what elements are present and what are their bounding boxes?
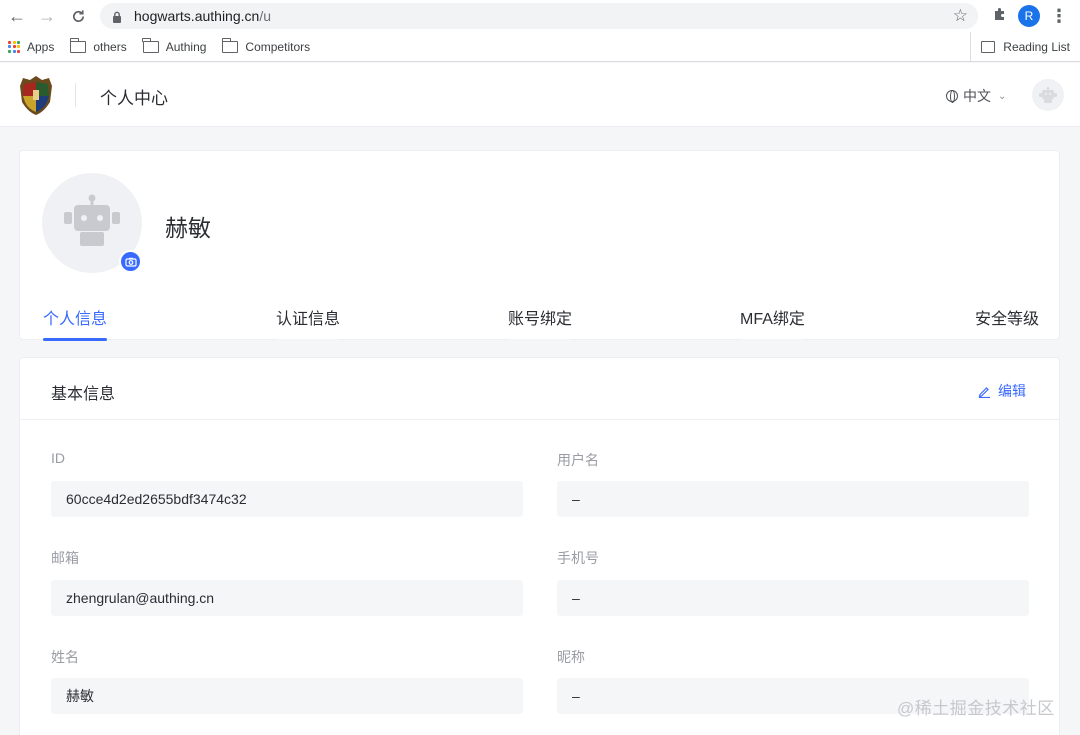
reading-list-button[interactable]: Reading List [970, 32, 1070, 62]
tab-account-binding[interactable]: 账号绑定 [508, 305, 572, 341]
field-value-name: 赫敏 [51, 678, 523, 714]
field-value-id: 60cce4d2ed2655bdf3474c32 [51, 481, 523, 517]
field-value-email: zhengrulan@authing.cn [51, 580, 523, 616]
reading-list-icon [981, 41, 996, 53]
bookmarks-bar: Apps others Authing Competitors Reading … [0, 32, 1080, 62]
folder-icon [69, 37, 87, 53]
browser-toolbar: ← → hogwarts.authing.cn/u ☆ R ⋮ [0, 0, 1080, 32]
bookmark-competitors[interactable]: Competitors [221, 37, 311, 54]
more-menu-icon[interactable]: ⋮ [1050, 6, 1068, 27]
folder-icon [221, 37, 239, 53]
url-host: hogwarts.authing.cn [134, 8, 260, 24]
tab-underline [740, 339, 804, 341]
bookmark-label: Competitors [245, 39, 311, 54]
globe-icon [946, 90, 958, 103]
field-label-username: 用户名 [557, 452, 599, 468]
header-divider [75, 83, 76, 107]
basic-info-card: 基本信息 编辑 ID 60cce4d2ed2655bdf3474c32 用户名 … [19, 357, 1060, 735]
field-label-nickname: 昵称 [557, 649, 585, 665]
language-switcher[interactable]: 中文 ⌄ [946, 86, 1006, 106]
tab-underline [508, 339, 570, 341]
bookmark-label: Apps [27, 39, 55, 54]
address-bar[interactable]: hogwarts.authing.cn/u ☆ [100, 3, 978, 29]
basic-info-title: 基本信息 [51, 386, 116, 403]
bookmark-label: others [93, 39, 127, 54]
reading-list-label: Reading List [1003, 40, 1070, 54]
field-label-id: ID [51, 450, 65, 466]
bookmark-star-icon[interactable]: ☆ [953, 6, 968, 26]
profile-tabs: 个人信息 认证信息 账号绑定 MFA绑定 安全等级 [20, 299, 1061, 341]
change-avatar-button[interactable] [119, 250, 142, 273]
page-title: 个人中心 [100, 89, 168, 108]
app-header: 个人中心 中文 ⌄ [0, 63, 1080, 127]
field-value-phone: – [557, 580, 1029, 616]
basic-info-header: 基本信息 编辑 [20, 358, 1059, 420]
field-label-email: 邮箱 [51, 550, 79, 566]
tab-security-level[interactable]: 安全等级 [975, 305, 1039, 341]
tab-auth-info[interactable]: 认证信息 [276, 305, 340, 341]
forward-arrow-icon[interactable]: → [32, 1, 62, 31]
bookmark-others[interactable]: others [69, 37, 127, 54]
back-arrow-icon[interactable]: ← [2, 1, 32, 31]
chevron-down-icon: ⌄ [998, 90, 1007, 102]
edit-label: 编辑 [998, 383, 1026, 399]
profile-name: 赫敏 [165, 215, 211, 241]
field-label-name: 姓名 [51, 649, 79, 665]
watermark-text: @稀土掘金技术社区 [897, 699, 1055, 718]
tab-personal-info[interactable]: 个人信息 [43, 305, 108, 341]
profile-card: 赫敏 个人信息 认证信息 账号绑定 MFA绑定 安全等级 [19, 150, 1061, 341]
camera-icon [124, 257, 137, 267]
field-label-phone: 手机号 [557, 550, 599, 566]
extensions-puzzle-icon[interactable] [992, 6, 1008, 27]
field-value-username: – [557, 481, 1029, 517]
bookmark-authing[interactable]: Authing [142, 37, 207, 54]
robot-avatar-icon [64, 194, 120, 246]
bookmark-apps[interactable]: Apps [8, 40, 54, 54]
folder-icon [142, 37, 159, 53]
edit-button[interactable]: 编辑 [978, 381, 1026, 401]
bookmark-label: Authing [165, 39, 207, 54]
tab-underline [276, 339, 338, 341]
lock-icon [112, 10, 122, 23]
browser-profile-avatar[interactable]: R [1018, 5, 1040, 27]
hogwarts-crest-logo[interactable] [16, 74, 56, 116]
url-path: /u [259, 8, 271, 24]
pencil-icon [978, 386, 990, 398]
apps-grid-icon [8, 40, 20, 53]
user-avatar[interactable] [1032, 79, 1064, 111]
reload-icon[interactable] [63, 1, 93, 31]
language-label: 中文 [963, 88, 991, 104]
tab-mfa-binding[interactable]: MFA绑定 [740, 305, 805, 341]
